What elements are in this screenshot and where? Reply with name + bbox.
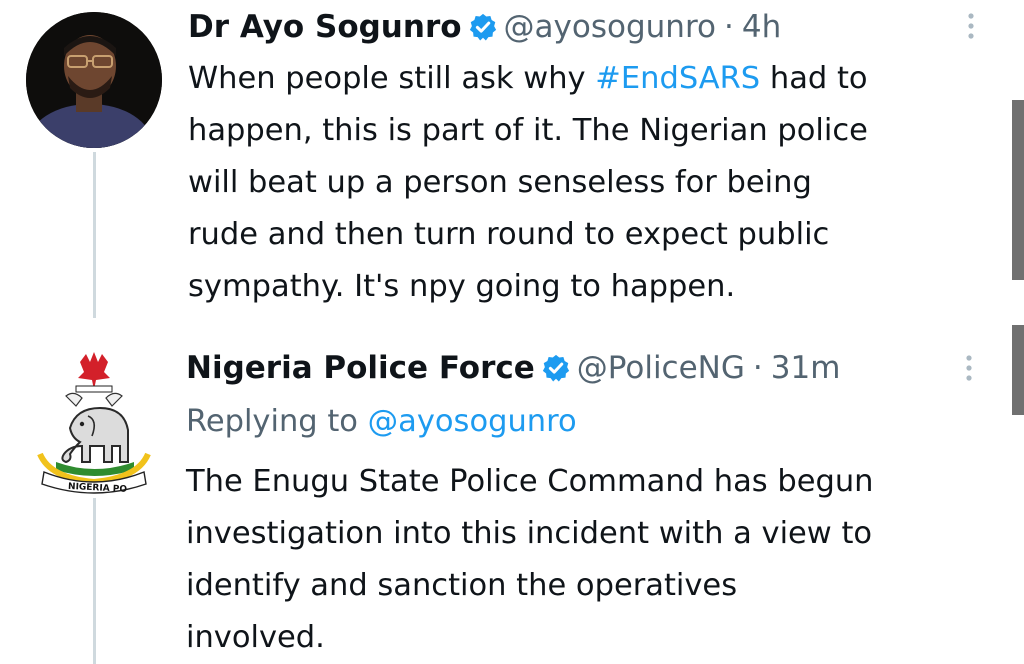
more-options-icon[interactable]: [965, 6, 977, 46]
replying-to-label: Replying to: [186, 404, 368, 439]
tweet-header: Dr Ayo Sogunro @ayosogunro · 4h: [188, 7, 781, 47]
thread-line: [93, 498, 96, 664]
tweet-text-line: When people still ask why #EndSARS had t…: [188, 53, 868, 105]
replying-to: Replying to @ayosogunro: [186, 400, 577, 444]
replying-to-handle-link[interactable]: @ayosogunro: [368, 404, 577, 439]
tweet-text-line: investigation into this incident with a …: [186, 516, 873, 551]
avatar[interactable]: NIGERIA PO: [30, 350, 158, 496]
scrollbar-thumb[interactable]: [1012, 100, 1024, 280]
verified-badge-icon: [468, 12, 498, 42]
tweet-text-segment: When people still ask why: [188, 61, 596, 96]
timestamp[interactable]: 31m: [771, 348, 841, 388]
tweet[interactable]: NIGERIA PO Nigeria Police Force @PoliceN…: [0, 320, 1024, 664]
tweet-text-segment: had to: [760, 61, 868, 96]
separator-dot: ·: [752, 350, 763, 386]
tweet[interactable]: Dr Ayo Sogunro @ayosogunro · 4h When peo…: [0, 0, 1024, 320]
tweet-text-line: rude and then turn round to expect publi…: [188, 217, 830, 252]
more-options-icon[interactable]: [963, 348, 975, 388]
tweet-text-line: will beat up a person senseless for bein…: [188, 165, 812, 200]
tweet-text-line: The Enugu State Police Command has begun: [186, 464, 874, 499]
tweet-text: The Enugu State Police Command has begun…: [186, 456, 874, 664]
scrollbar-thumb[interactable]: [1012, 325, 1024, 415]
handle[interactable]: @ayosogunro: [504, 7, 716, 47]
tweet-text: When people still ask why #EndSARS had t…: [188, 53, 868, 313]
display-name[interactable]: Nigeria Police Force: [186, 348, 535, 388]
logo-text: NIGERIA PO: [68, 482, 128, 495]
tweet-header: Nigeria Police Force @PoliceNG · 31m: [186, 348, 840, 388]
verified-badge-icon: [541, 353, 571, 383]
handle[interactable]: @PoliceNG: [577, 348, 745, 388]
nigeria-coat-of-arms-logo: NIGERIA PO: [37, 352, 151, 495]
timestamp[interactable]: 4h: [742, 7, 781, 47]
avatar[interactable]: [26, 12, 162, 148]
display-name[interactable]: Dr Ayo Sogunro: [188, 7, 462, 47]
tweet-text-line: sympathy. It's npy going to happen.: [188, 269, 736, 304]
thread-line: [93, 152, 96, 318]
hashtag-link[interactable]: #EndSARS: [595, 61, 760, 96]
profile-photo: [26, 12, 162, 148]
separator-dot: ·: [723, 9, 734, 45]
tweet-text-line: identify and sanction the operatives: [186, 568, 738, 603]
tweet-text-line: happen, this is part of it. The Nigerian…: [188, 113, 868, 148]
tweet-text-line: involved.: [186, 620, 325, 655]
